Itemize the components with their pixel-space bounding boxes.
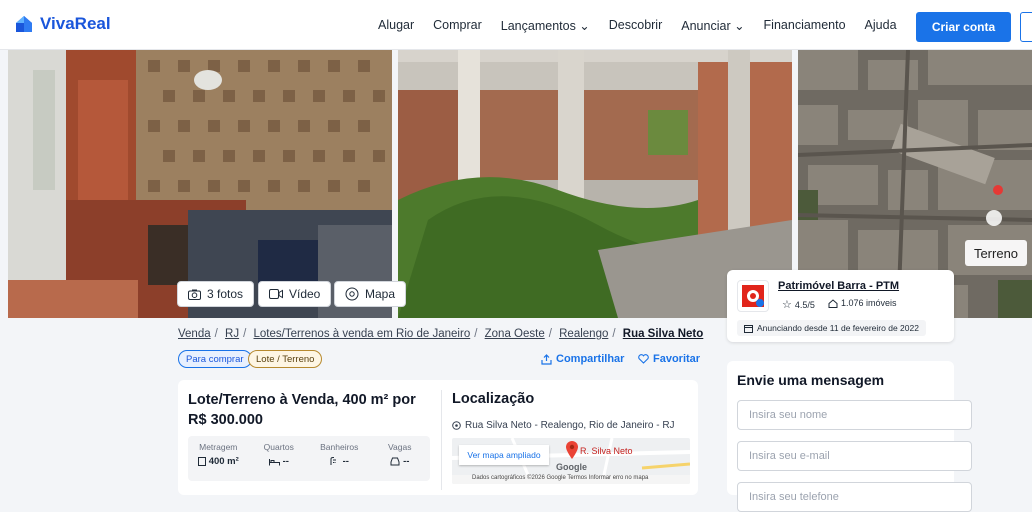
create-account-button[interactable]: Criar conta	[916, 12, 1011, 42]
location-title: Localização	[452, 391, 535, 407]
home-icon	[828, 298, 838, 308]
favorite-button[interactable]: Favoritar	[638, 353, 700, 365]
photo-barbecue-image	[8, 50, 392, 318]
map-chip-label: Mapa	[365, 287, 396, 301]
location-address-text: Rua Silva Neto - Realengo, Rio de Janeir…	[465, 420, 675, 431]
breadcrumb-item-venda[interactable]: Venda	[178, 328, 211, 340]
stat-parking: Vagas --	[370, 436, 431, 481]
map-footer: Dados cartográficos ©2026 Google Termos …	[472, 475, 649, 481]
favorite-label: Favoritar	[653, 353, 701, 365]
breadcrumb-item-realengo[interactable]: Realengo	[559, 328, 608, 340]
map-chip[interactable]: Mapa	[334, 281, 407, 307]
video-icon	[269, 289, 283, 299]
pin-outline-icon	[452, 421, 461, 430]
shower-icon	[330, 457, 336, 465]
agent-properties: 1.076 imóveis	[828, 298, 897, 308]
photos-chip[interactable]: 3 fotos	[177, 281, 255, 307]
map-pin-icon	[566, 441, 578, 459]
nav-item-lancamentos[interactable]: Lançamentos ⌄	[501, 18, 590, 33]
video-chip-label: Vídeo	[289, 287, 321, 301]
camera-icon	[188, 289, 201, 300]
contact-form-title: Envie uma mensagem	[737, 372, 885, 388]
stat-parking-value: --	[403, 456, 410, 467]
brand-name: VivaReal	[40, 14, 111, 33]
agent-properties-count: 1.076 imóveis	[841, 298, 897, 308]
stat-bedrooms-value: --	[282, 456, 289, 467]
satellite-terreno-label: Terreno	[965, 240, 1027, 266]
car-icon	[390, 457, 400, 466]
share-icon	[541, 353, 552, 365]
name-input[interactable]	[737, 400, 972, 430]
stat-bedrooms-label: Quartos	[263, 442, 294, 452]
card-divider	[441, 390, 442, 490]
agent-rating: ☆ 4.5/5	[782, 298, 815, 311]
nav-item-ajuda[interactable]: Ajuda	[865, 18, 897, 32]
brand-logo[interactable]: VivaReal	[14, 14, 111, 34]
agent-logo[interactable]	[737, 280, 769, 312]
stat-area: Metragem 400 m²	[188, 436, 249, 481]
star-icon: ☆	[782, 299, 792, 311]
nav-item-descobrir[interactable]: Descobrir	[609, 18, 663, 32]
map-expand-link[interactable]: Ver mapa ampliado	[459, 445, 549, 465]
main-nav: Alugar Comprar Lançamentos ⌄ Descobrir A…	[378, 0, 916, 50]
share-label: Compartilhar	[556, 353, 625, 365]
nav-item-anunciar[interactable]: Anunciar ⌄	[681, 18, 744, 33]
purpose-tag: Para comprar	[178, 350, 252, 368]
location-map[interactable]: Ver mapa ampliado R. Silva Neto Google D…	[452, 438, 690, 484]
agent-name-link[interactable]: Patrimóvel Barra - PTM	[778, 280, 899, 292]
property-type-tag: Lote / Terreno	[248, 350, 323, 368]
email-input[interactable]	[737, 441, 972, 471]
bed-icon	[268, 458, 280, 465]
stat-bathrooms-label: Banheiros	[320, 442, 359, 452]
breadcrumb: Venda / RJ / Lotes/Terrenos à venda em Rio…	[178, 328, 704, 340]
gallery-photo-1[interactable]	[8, 50, 392, 318]
stat-bathrooms: Banheiros --	[309, 436, 370, 481]
video-chip[interactable]: Vídeo	[258, 281, 332, 307]
agent-since-text: Anunciando desde 11 de fevereiro de 2022	[757, 323, 919, 333]
calendar-icon	[744, 324, 753, 333]
top-header: VivaReal Alugar Comprar Lançamentos ⌄ De…	[0, 0, 1032, 50]
house-logo-icon	[16, 16, 32, 32]
area-icon	[197, 457, 206, 466]
nav-item-alugar[interactable]: Alugar	[378, 18, 414, 32]
stat-parking-label: Vagas	[388, 442, 412, 452]
location-address: Rua Silva Neto - Realengo, Rio de Janeir…	[452, 420, 675, 431]
listing-stats: Metragem 400 m² Quartos -- Banheiros -- …	[188, 436, 430, 481]
stat-bathrooms-value: --	[342, 456, 349, 467]
breadcrumb-item-lotes[interactable]: Lotes/Terrenos à venda em Rio de Janeiro	[254, 328, 471, 340]
stat-bedrooms: Quartos --	[249, 436, 310, 481]
stat-area-value: 400 m²	[208, 456, 239, 467]
agent-rating-value: 4.5/5	[794, 299, 815, 310]
login-button[interactable]	[1020, 12, 1032, 42]
stat-area-label: Metragem	[199, 442, 238, 452]
agent-since-badge: Anunciando desde 11 de fevereiro de 2022	[737, 320, 926, 336]
breadcrumb-current: Rua Silva Neto	[622, 328, 704, 340]
listing-title: Lote/Terreno à Venda, 400 m² por R$ 300.…	[188, 392, 416, 428]
phone-input[interactable]	[737, 482, 972, 512]
map-pin-label: R. Silva Neto	[580, 446, 633, 456]
agent-logo-icon	[742, 285, 764, 307]
google-map-logo: Google	[556, 462, 587, 472]
breadcrumb-item-zona-oeste[interactable]: Zona Oeste	[485, 328, 545, 340]
share-button[interactable]: Compartilhar	[541, 353, 624, 365]
location-icon	[345, 287, 359, 301]
nav-item-comprar[interactable]: Comprar	[433, 18, 482, 32]
breadcrumb-item-rj[interactable]: RJ	[225, 328, 239, 340]
heart-icon	[638, 354, 649, 364]
nav-item-financiamento[interactable]: Financiamento	[764, 18, 846, 32]
photos-chip-label: 3 fotos	[207, 287, 244, 301]
